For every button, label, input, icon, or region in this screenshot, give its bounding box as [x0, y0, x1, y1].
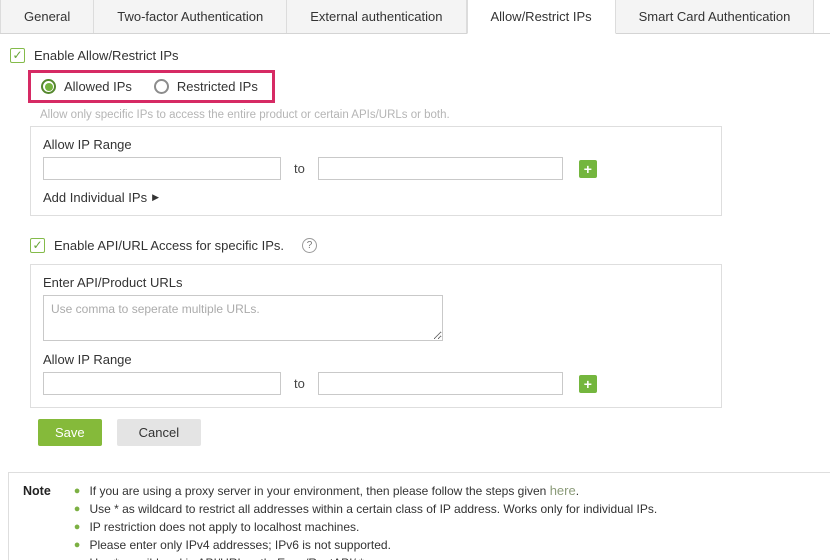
radio-dot [45, 83, 53, 91]
allow-ip-range-box: Allow IP Range to + Add Individual IPs ▶ [30, 126, 722, 216]
enable-allow-restrict-row: ✓ Enable Allow/Restrict IPs [10, 46, 820, 64]
tab-allow-restrict-ips[interactable]: Allow/Restrict IPs [467, 0, 616, 34]
tab-two-factor-authentication[interactable]: Two-factor Authentication [94, 0, 287, 33]
api-ip-range-from-input[interactable] [43, 372, 281, 395]
plus-icon: + [584, 161, 592, 177]
allow-ip-range-label: Allow IP Range [43, 137, 709, 152]
allow-restrict-ips-panel: ✓ Enable Allow/Restrict IPs Allowed IPs … [0, 34, 830, 446]
ip-range-row: to + [43, 157, 709, 180]
bullet-icon: ● [74, 482, 81, 500]
allowed-ips-label: Allowed IPs [64, 79, 132, 94]
api-product-urls-label: Enter API/Product URLs [43, 275, 709, 290]
restricted-ips-radio-option[interactable]: Restricted IPs [154, 79, 258, 94]
tab-general[interactable]: General [0, 0, 94, 33]
allow-ips-helper-text: Allow only specific IPs to access the en… [40, 109, 820, 121]
enable-allow-restrict-label: Enable Allow/Restrict IPs [34, 48, 179, 63]
save-button[interactable]: Save [38, 419, 102, 446]
note-item-wildcard-restrict: ● Use * as wildcard to restrict all addr… [74, 500, 657, 518]
note-text: Please enter only IPv4 addresses; IPv6 i… [89, 536, 391, 554]
api-allow-ip-range-label: Allow IP Range [43, 352, 709, 367]
bullet-icon: ● [74, 536, 81, 554]
here-link[interactable]: here [550, 483, 576, 498]
add-individual-ips-label: Add Individual IPs [43, 190, 147, 205]
note-proxy-text: If you are using a proxy server in your … [89, 484, 549, 498]
bullet-icon: ● [74, 500, 81, 518]
note-list: ● If you are using a proxy server in you… [74, 482, 657, 560]
note-proxy-period: . [576, 484, 579, 498]
to-label: to [294, 161, 305, 176]
note-item-ipv4: ● Please enter only IPv4 addresses; IPv6… [74, 536, 657, 554]
enable-api-url-row: ✓ Enable API/URL Access for specific IPs… [30, 236, 820, 254]
note-text: IP restriction does not apply to localho… [89, 518, 359, 536]
tab-external-authentication[interactable]: External authentication [287, 0, 466, 33]
note-text: Use * as wildcard in API/URL path. E.g.:… [89, 554, 363, 560]
allowed-ips-radio-option[interactable]: Allowed IPs [41, 79, 132, 94]
ip-mode-radio-group: Allowed IPs Restricted IPs [41, 79, 258, 94]
add-api-ip-range-button[interactable]: + [579, 375, 597, 393]
note-text: Use * as wildcard to restrict all addres… [89, 500, 657, 518]
checkmark-icon: ✓ [12, 49, 22, 61]
note-item-localhost: ● IP restriction does not apply to local… [74, 518, 657, 536]
api-ip-range-to-input[interactable] [318, 372, 563, 395]
api-product-urls-textarea[interactable] [43, 295, 443, 341]
radio-annotation-highlight: Allowed IPs Restricted IPs [28, 70, 275, 103]
form-buttons-row: Save Cancel [38, 419, 820, 446]
help-icon[interactable]: ? [302, 238, 317, 253]
note-item-wildcard-path: ● Use * as wildcard in API/URL path. E.g… [74, 554, 657, 560]
ip-range-from-input[interactable] [43, 157, 281, 180]
add-individual-ips-link[interactable]: Add Individual IPs ▶ [43, 189, 709, 205]
api-ip-range-row: to + [43, 372, 709, 395]
enable-allow-restrict-checkbox[interactable]: ✓ [10, 48, 25, 63]
add-ip-range-button[interactable]: + [579, 160, 597, 178]
enable-api-url-checkbox[interactable]: ✓ [30, 238, 45, 253]
tab-smart-card-authentication[interactable]: Smart Card Authentication [616, 0, 815, 33]
settings-tabbar: General Two-factor Authentication Extern… [0, 0, 830, 34]
api-url-access-box: Enter API/Product URLs Allow IP Range to… [30, 264, 722, 408]
triangle-right-icon: ▶ [152, 192, 159, 203]
bullet-icon: ● [74, 554, 81, 560]
restricted-ips-radio[interactable] [154, 79, 169, 94]
enable-api-url-label: Enable API/URL Access for specific IPs. [54, 238, 284, 253]
note-section: Note ● If you are using a proxy server i… [8, 472, 830, 560]
plus-icon: + [584, 376, 592, 392]
restricted-ips-label: Restricted IPs [177, 79, 258, 94]
to-label: to [294, 376, 305, 391]
checkmark-icon: ✓ [32, 239, 42, 251]
note-title: Note [23, 482, 51, 560]
bullet-icon: ● [74, 518, 81, 536]
cancel-button[interactable]: Cancel [117, 419, 201, 446]
ip-range-to-input[interactable] [318, 157, 563, 180]
allowed-ips-radio[interactable] [41, 79, 56, 94]
note-item-proxy: ● If you are using a proxy server in you… [74, 482, 657, 500]
